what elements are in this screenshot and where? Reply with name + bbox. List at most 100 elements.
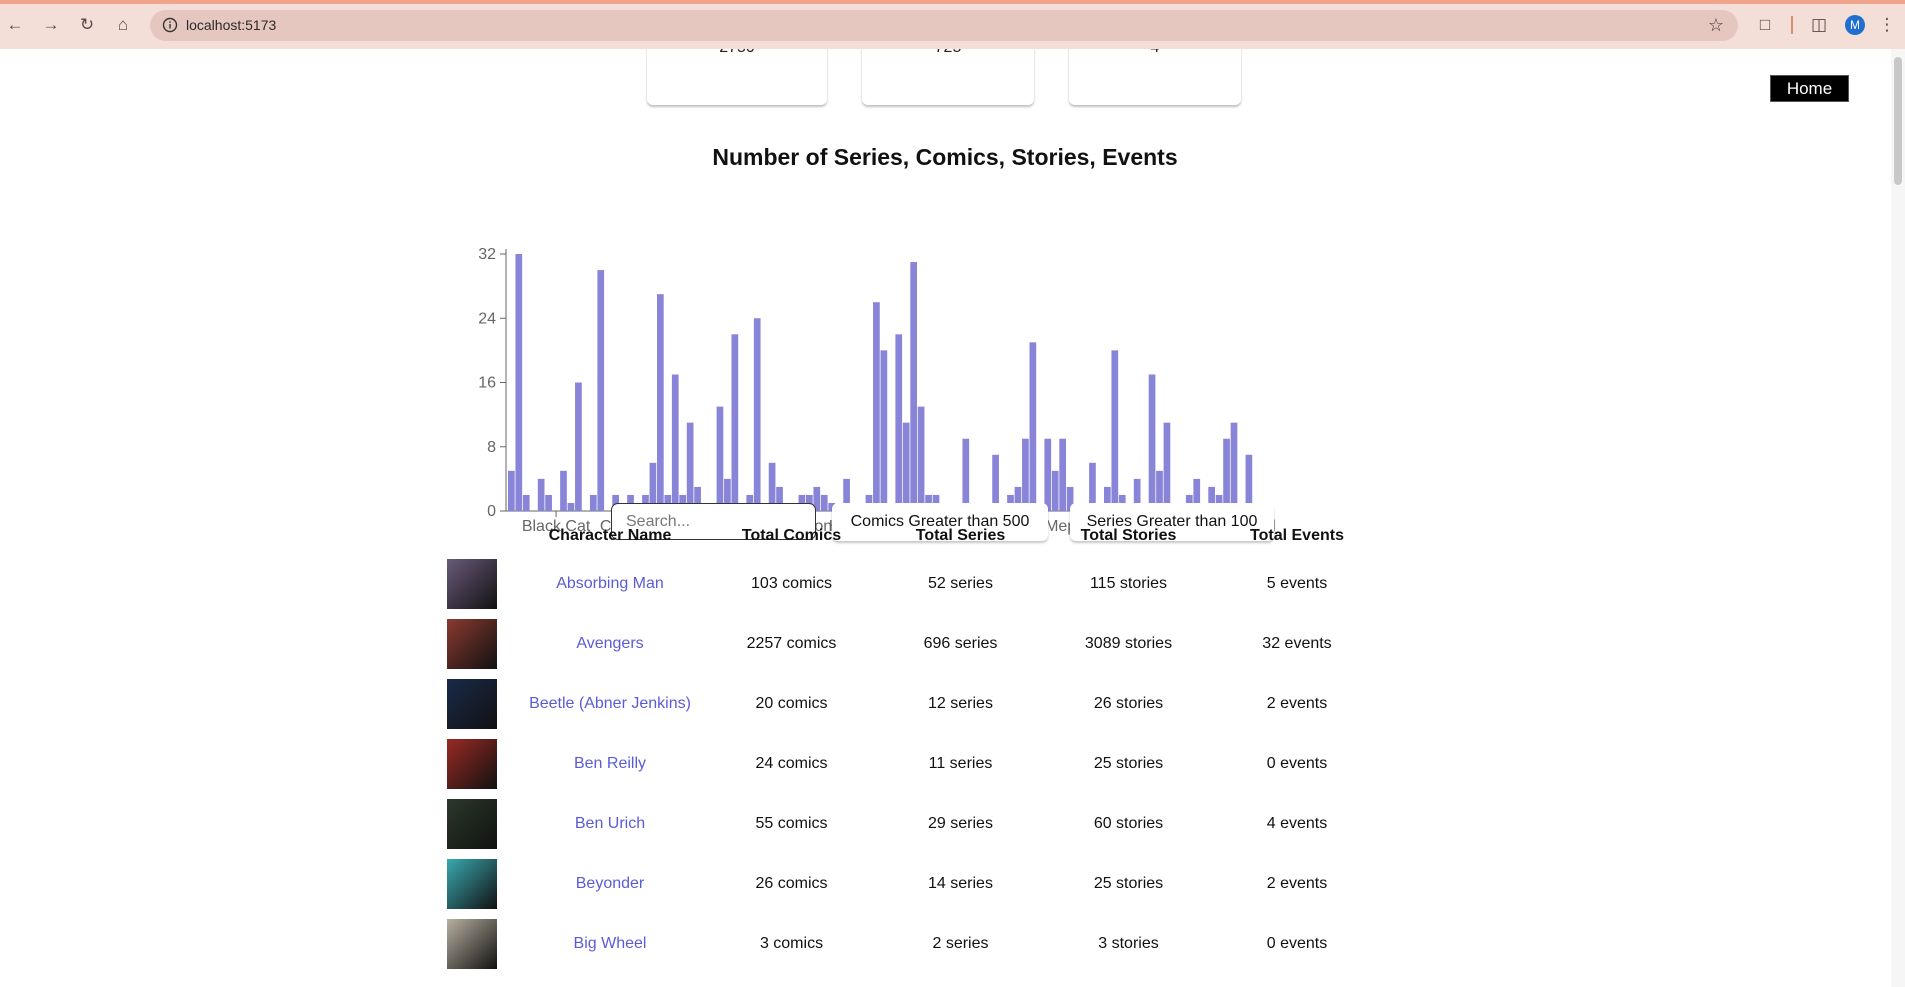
total-stories-cell: 60 stories — [1045, 794, 1212, 854]
total-series-cell: 52 series — [876, 554, 1045, 614]
bar[interactable] — [1022, 438, 1029, 511]
menu-kebab-icon[interactable]: ⋮ — [1876, 14, 1898, 36]
total-events-cell: 5 events — [1212, 554, 1382, 614]
bar[interactable] — [873, 302, 880, 511]
total-events: 2 events — [1266, 695, 1328, 712]
total-series: 696 series — [923, 635, 998, 652]
total-series: 52 series — [928, 575, 993, 592]
total-stories: 60 stories — [1093, 815, 1164, 832]
total-series: 12 series — [928, 695, 993, 712]
home-icon[interactable]: ⌂ — [112, 14, 134, 36]
tab-strip-edge — [0, 0, 1905, 4]
character-thumbnail — [447, 799, 497, 849]
back-icon[interactable]: ← — [4, 14, 26, 36]
total-events: 32 events — [1262, 635, 1332, 652]
bar[interactable] — [962, 438, 970, 511]
header-character-name: Character Name — [548, 527, 672, 544]
bar[interactable] — [731, 334, 739, 511]
bar[interactable] — [508, 470, 515, 511]
character-name-link[interactable]: Big Wheel — [574, 935, 647, 952]
home-button[interactable]: Home — [1770, 75, 1849, 102]
bar[interactable] — [820, 494, 828, 511]
bar[interactable] — [1230, 422, 1238, 511]
thumb-cell — [447, 674, 513, 734]
bar[interactable] — [1148, 374, 1156, 511]
bar[interactable] — [1051, 470, 1059, 511]
forward-icon[interactable]: → — [40, 14, 62, 36]
total-comics: 24 comics — [755, 755, 828, 772]
total-series-cell: 14 series — [876, 854, 1045, 914]
bar[interactable] — [1059, 438, 1066, 511]
total-comics-cell: 103 comics — [707, 554, 876, 614]
y-tick-label: 16 — [478, 375, 496, 392]
table-row: Absorbing Man 103 comics 52 series 115 stor… — [447, 554, 1382, 614]
character-name-link-cell: Beetle (Abner Jenkins) — [513, 674, 707, 734]
site-info-icon[interactable] — [162, 17, 178, 33]
total-series-cell: 11 series — [876, 734, 1045, 794]
bar[interactable] — [671, 374, 679, 511]
stat-value: 4 — [1069, 49, 1241, 57]
header-thumb — [447, 518, 513, 554]
bar[interactable] — [1111, 350, 1119, 511]
bar[interactable] — [1163, 422, 1171, 511]
total-comics: 20 comics — [755, 695, 828, 712]
stat-value: 725 — [862, 49, 1034, 57]
table-header-row: Character Name Total Comics Total Series… — [447, 518, 1382, 554]
characters-table: Character Name Total Comics Total Series… — [447, 518, 1382, 974]
total-events-cell: 0 events — [1212, 734, 1382, 794]
total-events-cell: 32 events — [1212, 614, 1382, 674]
total-series-cell: 29 series — [876, 794, 1045, 854]
bar[interactable] — [1029, 342, 1037, 511]
bar[interactable] — [575, 382, 582, 512]
character-name-link-cell: Beyonder — [513, 854, 707, 914]
character-name-link[interactable]: Avengers — [576, 635, 643, 652]
total-stories: 25 stories — [1093, 755, 1164, 772]
total-series-cell: 12 series — [876, 674, 1045, 734]
profile-avatar[interactable]: M — [1845, 15, 1865, 35]
bar[interactable] — [567, 502, 575, 511]
total-stories: 25 stories — [1093, 875, 1164, 892]
bar[interactable] — [1044, 438, 1052, 511]
scrollbar-thumb[interactable] — [1894, 57, 1902, 185]
character-thumbnail — [447, 739, 497, 789]
bar[interactable] — [895, 334, 903, 511]
bar[interactable] — [880, 350, 888, 511]
bar[interactable] — [589, 494, 597, 511]
bar[interactable] — [686, 422, 694, 511]
character-name-link-cell: Ben Reilly — [513, 734, 707, 794]
total-series: 2 series — [932, 935, 989, 952]
y-tick-label: 32 — [478, 246, 496, 263]
bar[interactable] — [910, 262, 917, 511]
total-events-cell: 0 events — [1212, 914, 1382, 974]
bar[interactable] — [515, 254, 523, 511]
total-series: 29 series — [928, 815, 993, 832]
stat-card-comics: 2750 — [647, 49, 827, 105]
character-name-link[interactable]: Beyonder — [576, 875, 645, 892]
bar[interactable] — [1223, 438, 1230, 511]
bookmark-star-icon[interactable]: ☆ — [1708, 15, 1724, 36]
character-thumbnail — [447, 559, 497, 609]
bar[interactable] — [522, 494, 530, 511]
character-name-link[interactable]: Beetle (Abner Jenkins) — [529, 695, 691, 712]
reload-icon[interactable]: ↻ — [76, 14, 98, 36]
bar[interactable] — [560, 470, 567, 511]
side-panel-icon[interactable]: ◫ — [1808, 14, 1830, 36]
character-name-link[interactable]: Ben Urich — [575, 815, 645, 832]
table-row: Ben Urich 55 comics 29 series 60 stories 4 e… — [447, 794, 1382, 854]
bar[interactable] — [716, 406, 724, 511]
total-stories: 115 stories — [1089, 575, 1168, 592]
bar[interactable] — [753, 318, 761, 511]
extensions-icon[interactable]: □ — [1754, 14, 1776, 36]
character-name-link[interactable]: Absorbing Man — [556, 575, 664, 592]
bar[interactable] — [902, 422, 910, 511]
page-scrollbar[interactable] — [1891, 49, 1905, 987]
y-tick-label: 8 — [487, 439, 496, 456]
bar[interactable] — [597, 270, 605, 511]
bar[interactable] — [545, 494, 552, 511]
bar[interactable] — [537, 478, 545, 511]
bar[interactable] — [657, 294, 664, 511]
character-name-link[interactable]: Ben Reilly — [574, 755, 646, 772]
bar[interactable] — [917, 406, 925, 511]
address-bar[interactable]: localhost:5173 ☆ — [150, 10, 1738, 41]
total-events: 2 events — [1266, 875, 1328, 892]
